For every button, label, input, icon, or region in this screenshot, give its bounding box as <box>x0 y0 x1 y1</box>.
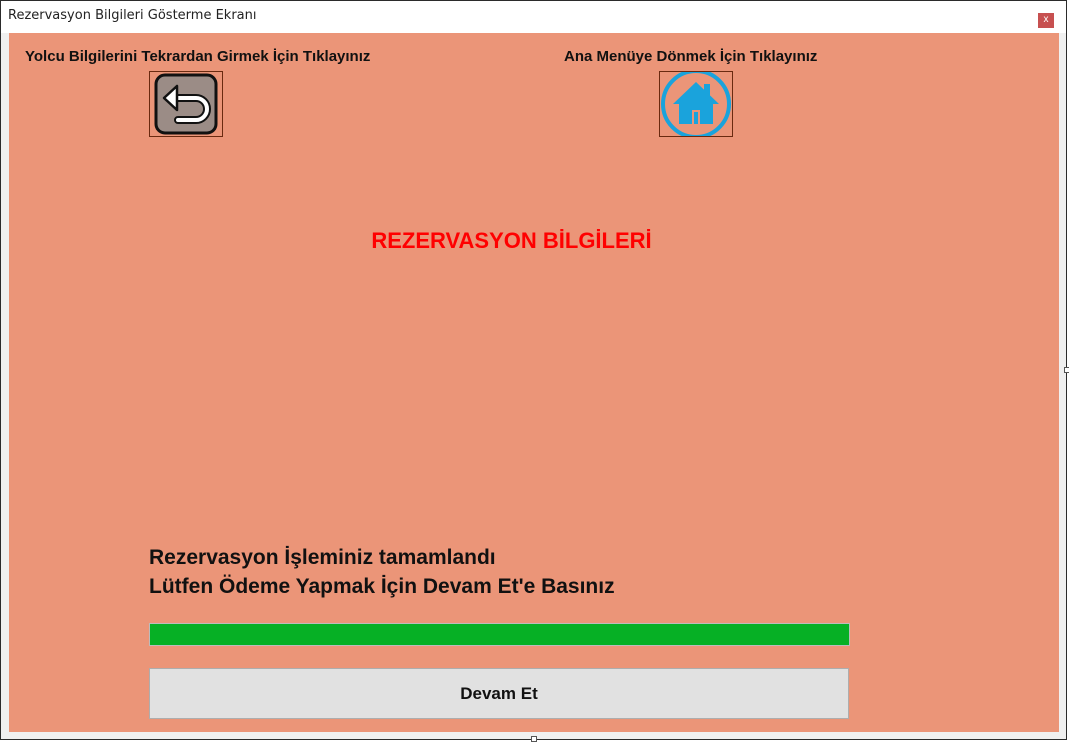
home-label: Ana Menüye Dönmek İçin Tıklayınız <box>564 48 818 65</box>
continue-button[interactable]: Devam Et <box>149 668 849 719</box>
home-button[interactable] <box>659 71 733 137</box>
back-button[interactable] <box>149 71 223 137</box>
status-message-line1: Rezervasyon İşleminiz tamamlandı <box>149 546 496 569</box>
status-message: Rezervasyon İşleminiz tamamlandı Lütfen … <box>149 543 615 601</box>
undo-arrow-icon <box>154 73 218 135</box>
progress-fill <box>150 624 849 645</box>
resize-handle-right[interactable] <box>1064 367 1069 373</box>
progress-bar <box>149 623 850 646</box>
app-window: Rezervasyon Bilgileri Gösterme Ekranı x … <box>0 0 1067 740</box>
home-icon <box>661 72 731 136</box>
title-bar[interactable]: Rezervasyon Bilgileri Gösterme Ekranı x <box>1 1 1066 33</box>
close-button[interactable]: x <box>1038 13 1054 28</box>
window-title: Rezervasyon Bilgileri Gösterme Ekranı <box>8 8 257 23</box>
status-message-line2: Lütfen Ödeme Yapmak İçin Devam Et'e Bası… <box>149 575 615 598</box>
page-title: REZERVASYON BİLGİLERİ <box>371 228 652 253</box>
client-area: Yolcu Bilgilerini Tekrardan Girmek İçin … <box>9 33 1059 732</box>
resize-handle-bottom[interactable] <box>531 736 537 742</box>
back-label: Yolcu Bilgilerini Tekrardan Girmek İçin … <box>25 48 371 65</box>
